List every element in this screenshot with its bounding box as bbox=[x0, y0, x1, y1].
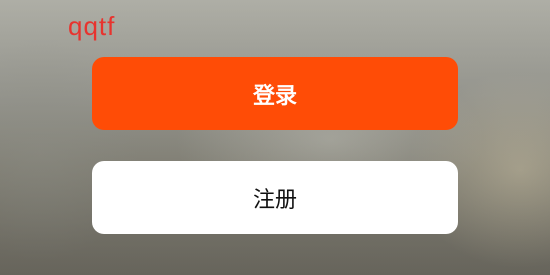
register-button[interactable]: 注册 bbox=[92, 161, 458, 234]
watermark-text: qqtf bbox=[68, 11, 116, 41]
login-button[interactable]: 登录 bbox=[92, 57, 458, 130]
register-button-label: 注册 bbox=[252, 187, 297, 213]
login-button-label: 登录 bbox=[252, 83, 297, 109]
